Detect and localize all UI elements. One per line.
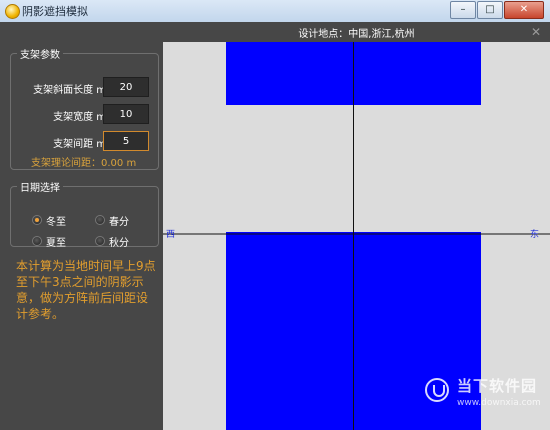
bracket-params-title: 支架参数 — [20, 50, 60, 61]
radio-label: 春分 — [109, 216, 129, 228]
param-row-spacing: 支架间距 m — [11, 131, 158, 153]
app-icon — [5, 4, 20, 19]
slope-length-input[interactable] — [103, 77, 149, 97]
watermark-url: www.downxia.com — [457, 398, 541, 408]
watermark: 当下软件园 www.downxia.com — [425, 375, 545, 423]
radio-label: 夏至 — [46, 237, 66, 249]
theory-spacing-text: 支架理论间距：0.00 m — [31, 158, 137, 169]
radio-summer-solstice[interactable]: 夏至 — [32, 234, 66, 249]
shadow-plot: 西 东 — [163, 42, 550, 430]
design-location-title: 设计地点：中国,浙江,杭州 — [298, 29, 415, 40]
window-controls: – □ ✕ — [449, 1, 544, 19]
radio-label: 秋分 — [109, 237, 129, 249]
radio-unchecked-icon — [95, 236, 105, 246]
title-bar: 阴影遮挡模拟 – □ ✕ — [0, 0, 550, 23]
minimize-button[interactable]: – — [450, 1, 476, 19]
client-area: 支架参数 支架斜面长度 m 支架宽度 m 支架间距 m 支架理论间距：0.00 … — [0, 22, 550, 430]
width-label: 支架宽度 m — [53, 112, 106, 123]
slope-length-label: 支架斜面长度 m — [33, 85, 106, 96]
radio-checked-icon — [32, 215, 42, 225]
canvas-close-icon[interactable]: ✕ — [531, 24, 541, 40]
west-label: 西 — [166, 229, 175, 240]
spacing-label: 支架间距 m — [53, 139, 106, 150]
date-select-group: 日期选择 冬至 春分 夏至 秋分 — [10, 179, 159, 249]
param-row-slope-length: 支架斜面长度 m — [11, 77, 158, 99]
watermark-brand: 当下软件园 — [457, 377, 538, 395]
canvas-header: 设计地点：中国,浙江,杭州 ✕ — [163, 22, 550, 42]
window-title: 阴影遮挡模拟 — [22, 5, 88, 18]
radio-autumn-equinox[interactable]: 秋分 — [95, 234, 129, 249]
radio-label: 冬至 — [46, 216, 66, 228]
control-panel: 支架参数 支架斜面长度 m 支架宽度 m 支架间距 m 支架理论间距：0.00 … — [0, 22, 164, 430]
maximize-button[interactable]: □ — [477, 1, 503, 19]
calculation-note: 本计算为当地时间早上9点至下午3点之间的阴影示意，做为方阵前后间距设计参考。 — [16, 259, 156, 321]
watermark-logo-icon — [425, 378, 449, 402]
param-row-width: 支架宽度 m — [11, 104, 158, 126]
date-select-title: 日期选择 — [20, 183, 60, 194]
radio-unchecked-icon — [32, 236, 42, 246]
width-input[interactable] — [103, 104, 149, 124]
shadow-canvas-panel: 设计地点：中国,浙江,杭州 ✕ 西 东 — [163, 22, 550, 430]
radio-unchecked-icon — [95, 215, 105, 225]
east-label: 东 — [530, 228, 539, 240]
radio-spring-equinox[interactable]: 春分 — [95, 213, 129, 228]
radio-winter-solstice[interactable]: 冬至 — [32, 213, 66, 228]
bracket-params-group: 支架参数 支架斜面长度 m 支架宽度 m 支架间距 m 支架理论间距：0.00 … — [10, 46, 159, 170]
close-button[interactable]: ✕ — [504, 1, 544, 19]
spacing-input[interactable] — [103, 131, 149, 151]
